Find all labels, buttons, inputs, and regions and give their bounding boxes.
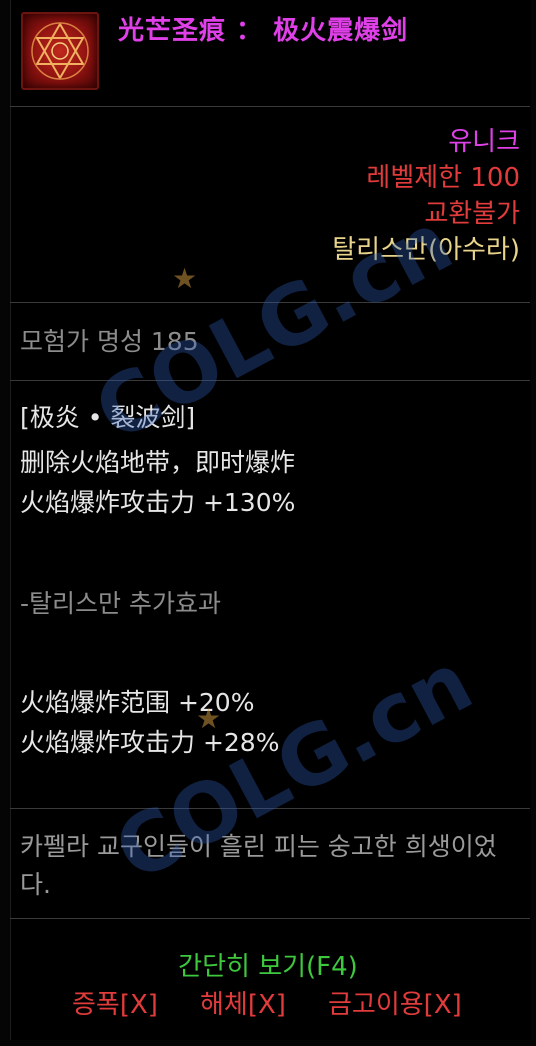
skill-name: [极炎 • 裂波剑] — [20, 403, 196, 432]
watermark-star-icon: ★ — [172, 262, 198, 295]
talisman-effect-title: -탈리스만 추가효과 — [20, 589, 221, 618]
flavor-text: 카펠라 교구인들이 흘린 피는 숭고한 희생이었다. — [20, 832, 497, 899]
adventure-fame: 모험가 명성 185 — [20, 327, 199, 356]
divider — [10, 380, 530, 381]
divider — [10, 106, 530, 107]
level-limit: 레벨제한 100 — [366, 163, 520, 193]
hexagram-seal-icon — [21, 12, 99, 90]
skill-attack-bonus: 火焰爆炸攻击力 +130% — [20, 488, 296, 517]
disassemble-button[interactable]: 해체[X] — [200, 984, 286, 1021]
watermark-star-icon: ★ — [196, 702, 222, 735]
divider — [10, 302, 530, 303]
quick-view-button[interactable]: 간단히 보기(F4) — [0, 946, 536, 983]
amplify-button[interactable]: 증폭[X] — [72, 984, 158, 1021]
trade-restriction: 교환불가 — [424, 199, 520, 229]
divider — [10, 808, 530, 809]
item-info: 유니크 레벨제한 100 교환불가 탈리스만(아수라) — [332, 124, 520, 268]
skill-description: 删除火焰地带，即时爆炸 — [20, 448, 296, 477]
class-restriction: 탈리스만(아수라) — [332, 235, 520, 265]
divider — [10, 918, 530, 919]
safe-use-button[interactable]: 금고이용[X] — [328, 984, 462, 1021]
talisman-attack-bonus: 火焰爆炸攻击力 +28% — [20, 728, 280, 757]
rarity-label: 유니크 — [448, 127, 520, 157]
item-title: 光芒圣痕 ： 极火震爆剑 — [118, 16, 409, 46]
